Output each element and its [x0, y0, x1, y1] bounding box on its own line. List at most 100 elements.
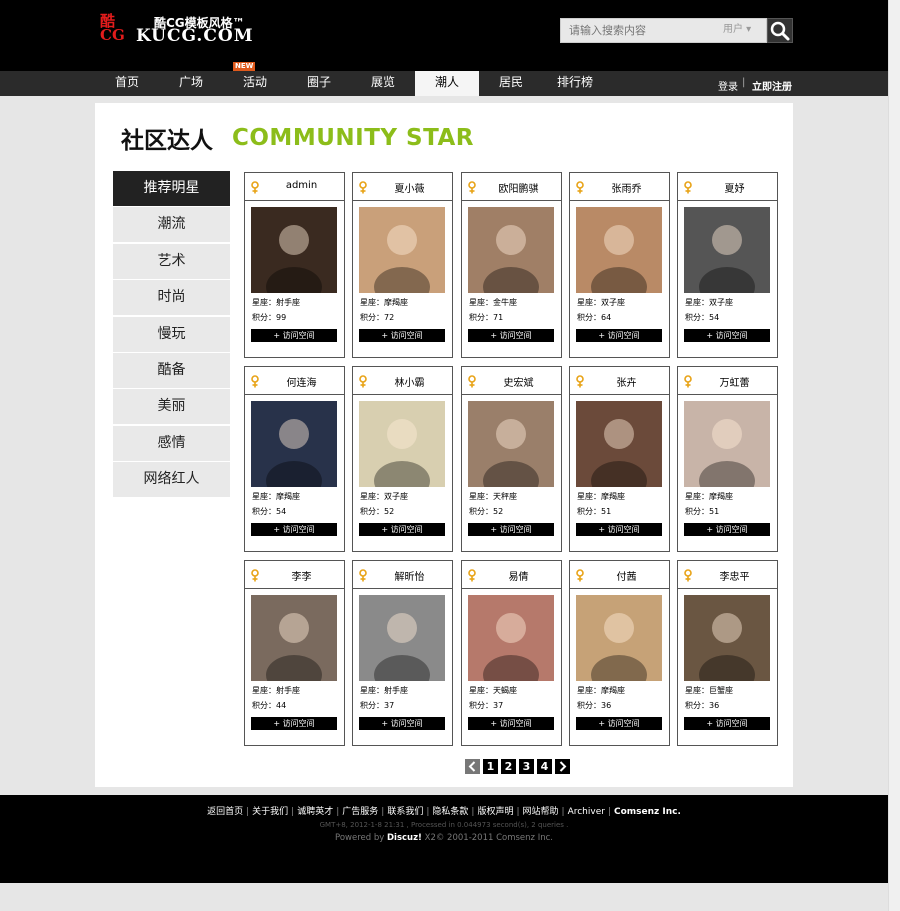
footer-link[interactable]: 联系我们: [387, 807, 423, 817]
member-name[interactable]: 林小霸: [369, 374, 450, 389]
visit-space-button[interactable]: + 访问空间: [576, 329, 662, 342]
visit-space-button[interactable]: + 访问空间: [576, 523, 662, 536]
member-name[interactable]: 张雨乔: [586, 180, 667, 195]
member-card-header: 李忠平: [678, 561, 777, 589]
nav-item-6[interactable]: 居民: [479, 71, 543, 96]
member-photo[interactable]: [468, 401, 554, 487]
search-box: 用户 ▾: [560, 18, 767, 43]
sidebar-item-6[interactable]: 美丽: [113, 389, 230, 425]
member-photo[interactable]: [684, 595, 770, 681]
nav-item-0[interactable]: 首页: [95, 71, 159, 96]
footer-link[interactable]: 网站帮助: [523, 807, 559, 817]
footer-link[interactable]: Archiver: [568, 807, 605, 817]
footer-link[interactable]: 广告服务: [342, 807, 378, 817]
member-photo[interactable]: [359, 401, 445, 487]
member-photo[interactable]: [251, 207, 337, 293]
login-link[interactable]: 登录: [718, 78, 738, 93]
page-number-button[interactable]: 1: [483, 759, 498, 774]
visit-space-button[interactable]: + 访问空间: [468, 329, 554, 342]
footer-link[interactable]: 返回首页: [207, 807, 243, 817]
member-name[interactable]: 史宏斌: [478, 374, 559, 389]
page-number-button[interactable]: 2: [501, 759, 516, 774]
visit-space-button[interactable]: + 访问空间: [684, 717, 770, 730]
member-zodiac: 星座：双子座: [577, 298, 625, 307]
member-card-header: 易倩: [462, 561, 561, 589]
sidebar-item-4[interactable]: 慢玩: [113, 316, 230, 352]
visit-space-button[interactable]: + 访问空间: [251, 523, 337, 536]
page-number-button[interactable]: 4: [537, 759, 552, 774]
sidebar-item-2[interactable]: 艺术: [113, 243, 230, 279]
member-name[interactable]: 欧阳鹏骐: [478, 180, 559, 195]
visit-space-button[interactable]: + 访问空间: [468, 523, 554, 536]
member-zodiac: 星座：天蝎座: [469, 686, 517, 695]
member-score: 积分：54: [252, 507, 287, 516]
visit-space-button[interactable]: + 访问空间: [359, 717, 445, 730]
page-number-button[interactable]: 3: [519, 759, 534, 774]
footer-link[interactable]: 诚聘英才: [297, 807, 333, 817]
member-photo[interactable]: [468, 207, 554, 293]
search-button[interactable]: [767, 18, 793, 43]
search-type-dropdown[interactable]: 用户 ▾: [723, 19, 751, 42]
member-photo[interactable]: [468, 595, 554, 681]
visit-space-button[interactable]: + 访问空间: [359, 523, 445, 536]
next-page-button[interactable]: [555, 759, 570, 774]
member-name[interactable]: 何连海: [261, 374, 342, 389]
member-zodiac: 星座：天秤座: [469, 492, 517, 501]
member-name[interactable]: 万虹蕾: [694, 374, 775, 389]
member-score: 积分：37: [469, 701, 504, 710]
footer-separator: |: [336, 807, 340, 817]
member-name[interactable]: 解昕怡: [369, 568, 450, 583]
visit-space-button[interactable]: + 访问空间: [359, 329, 445, 342]
sidebar-item-5[interactable]: 酷备: [113, 353, 230, 388]
footer-separator: |: [516, 807, 520, 817]
sidebar-item-0[interactable]: 推荐明星: [113, 171, 230, 206]
member-photo[interactable]: [251, 595, 337, 681]
visit-space-button[interactable]: + 访问空间: [576, 717, 662, 730]
discuz-brand[interactable]: Discuz!: [387, 833, 422, 843]
footer-link[interactable]: 隐私条款: [432, 807, 468, 817]
visit-space-button[interactable]: + 访问空间: [251, 329, 337, 342]
sidebar-item-8[interactable]: 网络红人: [113, 462, 230, 498]
member-photo[interactable]: [576, 207, 662, 293]
nav-item-3[interactable]: 圈子: [287, 71, 351, 96]
sidebar-item-7[interactable]: 感情: [113, 425, 230, 461]
footer-separator: |: [607, 807, 611, 817]
member-name[interactable]: 夏妤: [694, 180, 775, 195]
search-input[interactable]: [561, 19, 716, 42]
member-photo[interactable]: [684, 401, 770, 487]
member-name[interactable]: 夏小薇: [369, 180, 450, 195]
nav-item-7[interactable]: 排行榜: [543, 71, 607, 96]
nav-item-2[interactable]: 活动: [223, 71, 287, 96]
member-name[interactable]: admin: [261, 180, 342, 191]
site-logo[interactable]: 酷 CG 酷CG模板风格™ KUCG.COM: [100, 14, 253, 47]
nav-item-1[interactable]: 广场: [159, 71, 223, 96]
nav-item-4[interactable]: 展览: [351, 71, 415, 96]
member-name[interactable]: 李李: [261, 568, 342, 583]
member-score: 积分：64: [577, 313, 612, 322]
member-name[interactable]: 张卉: [586, 374, 667, 389]
female-symbol-icon: [468, 569, 476, 582]
visit-space-button[interactable]: + 访问空间: [684, 523, 770, 536]
member-photo[interactable]: [359, 207, 445, 293]
footer-link[interactable]: Comsenz Inc.: [614, 807, 681, 817]
nav-item-5[interactable]: 潮人: [415, 71, 479, 96]
member-name[interactable]: 付茜: [586, 568, 667, 583]
visit-space-button[interactable]: + 访问空间: [684, 329, 770, 342]
footer-link[interactable]: 版权声明: [477, 807, 513, 817]
member-card: 何连海 星座：摩羯座 积分：54 + 访问空间: [244, 366, 345, 552]
register-link[interactable]: 立即注册: [752, 78, 792, 93]
visit-space-button[interactable]: + 访问空间: [251, 717, 337, 730]
vertical-scrollbar[interactable]: [888, 0, 900, 911]
member-name[interactable]: 易倩: [478, 568, 559, 583]
member-photo[interactable]: [251, 401, 337, 487]
member-photo[interactable]: [684, 207, 770, 293]
footer-link[interactable]: 关于我们: [252, 807, 288, 817]
prev-page-button[interactable]: [465, 759, 480, 774]
sidebar-item-1[interactable]: 潮流: [113, 207, 230, 243]
member-photo[interactable]: [359, 595, 445, 681]
visit-space-button[interactable]: + 访问空间: [468, 717, 554, 730]
sidebar-item-3[interactable]: 时尚: [113, 280, 230, 316]
member-photo[interactable]: [576, 401, 662, 487]
member-name[interactable]: 李忠平: [694, 568, 775, 583]
member-photo[interactable]: [576, 595, 662, 681]
